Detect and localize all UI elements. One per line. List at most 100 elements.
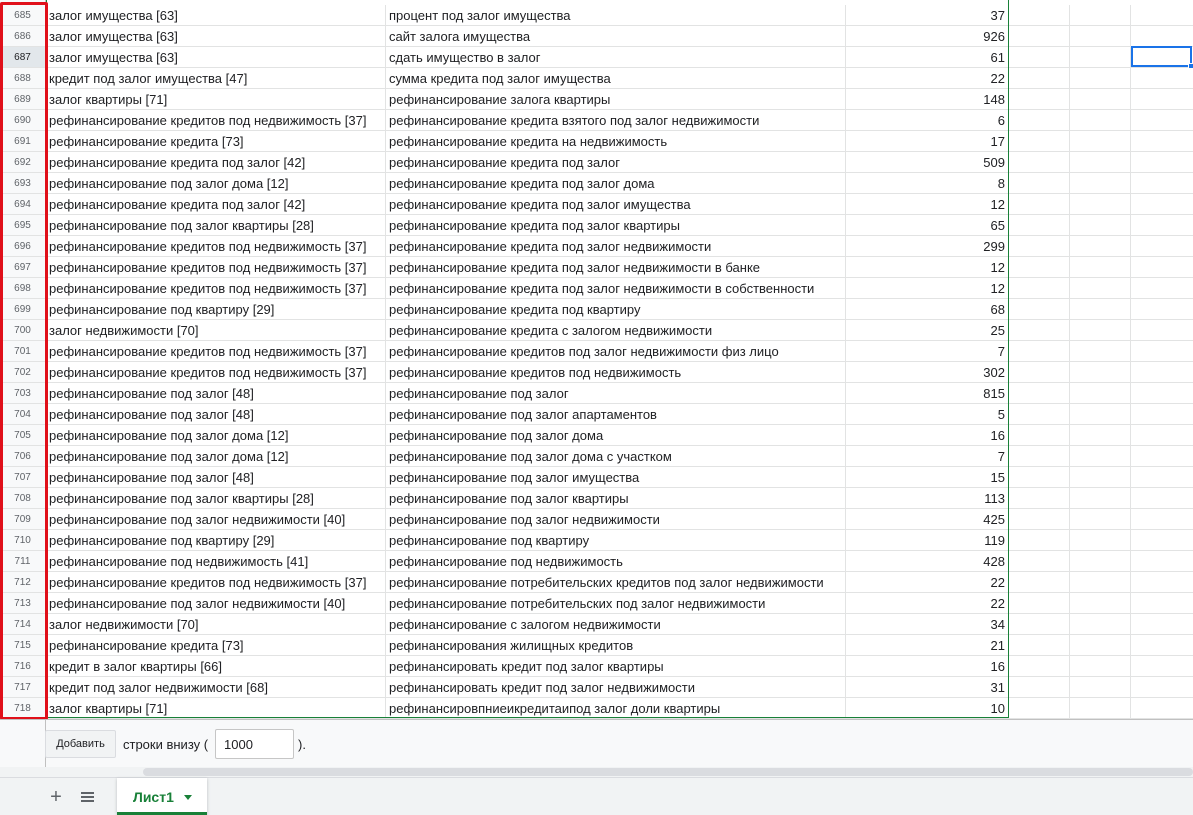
row-number[interactable]: 714 bbox=[0, 614, 45, 635]
cell-column-b[interactable]: рефинансирование кредита под залог кварт… bbox=[386, 215, 846, 236]
row-number[interactable]: 694 bbox=[0, 194, 45, 215]
cell-column-f[interactable] bbox=[1131, 593, 1193, 614]
cell-column-d[interactable] bbox=[1009, 47, 1070, 68]
fill-handle[interactable] bbox=[1188, 63, 1193, 69]
row-number[interactable]: 687 bbox=[0, 47, 45, 68]
cell-column-f[interactable] bbox=[1131, 194, 1193, 215]
cell-column-a[interactable]: рефинансирование под залог дома [12] bbox=[46, 173, 386, 194]
cell-column-a[interactable]: рефинансирование под квартиру [29] bbox=[46, 530, 386, 551]
cell-column-b[interactable]: рефинансирование кредита под квартиру bbox=[386, 299, 846, 320]
cell-column-a[interactable]: рефинансирование под залог дома [12] bbox=[46, 425, 386, 446]
row-number[interactable]: 696 bbox=[0, 236, 45, 257]
cell-column-c[interactable]: 425 bbox=[846, 509, 1009, 530]
cell-column-a[interactable]: рефинансирование кредита под залог [42] bbox=[46, 194, 386, 215]
cell-column-e[interactable] bbox=[1070, 278, 1131, 299]
cell-column-b[interactable]: рефинансирование кредита под залог недви… bbox=[386, 236, 846, 257]
cell-column-e[interactable] bbox=[1070, 467, 1131, 488]
cell-column-e[interactable] bbox=[1070, 299, 1131, 320]
cell-column-a[interactable]: рефинансирование под залог квартиры [28] bbox=[46, 488, 386, 509]
cell-column-e[interactable] bbox=[1070, 89, 1131, 110]
cell-column-d[interactable] bbox=[1009, 551, 1070, 572]
row-number[interactable]: 715 bbox=[0, 635, 45, 656]
row-number[interactable]: 690 bbox=[0, 110, 45, 131]
cell-column-e[interactable] bbox=[1070, 698, 1131, 719]
row-number[interactable]: 688 bbox=[0, 68, 45, 89]
add-sheet-icon[interactable]: + bbox=[44, 783, 68, 811]
cell-column-e[interactable] bbox=[1070, 383, 1131, 404]
cell-column-f[interactable] bbox=[1131, 383, 1193, 404]
cell-column-f[interactable] bbox=[1131, 152, 1193, 173]
cell-column-f[interactable] bbox=[1131, 551, 1193, 572]
cell-column-f[interactable] bbox=[1131, 131, 1193, 152]
cell-column-b[interactable]: рефинансирование под залог апартаментов bbox=[386, 404, 846, 425]
cell-column-b[interactable]: рефинансирование под залог квартиры bbox=[386, 488, 846, 509]
cell-column-e[interactable] bbox=[1070, 47, 1131, 68]
cell-column-f[interactable] bbox=[1131, 320, 1193, 341]
row-number[interactable]: 704 bbox=[0, 404, 45, 425]
cell-column-a[interactable]: рефинансирование кредитов под недвижимос… bbox=[46, 341, 386, 362]
cell-column-d[interactable] bbox=[1009, 5, 1070, 26]
cell-column-b[interactable]: рефинансирование кредита под залог недви… bbox=[386, 257, 846, 278]
all-sheets-list-icon[interactable] bbox=[76, 783, 100, 811]
row-number[interactable]: 698 bbox=[0, 278, 45, 299]
cell-column-e[interactable] bbox=[1070, 614, 1131, 635]
row-number[interactable]: 689 bbox=[0, 89, 45, 110]
cell-column-a[interactable]: рефинансирование кредита [73] bbox=[46, 635, 386, 656]
cell-column-c[interactable]: 12 bbox=[846, 194, 1009, 215]
horizontal-scrollbar[interactable] bbox=[0, 767, 1193, 777]
cell-column-b[interactable]: рефинансирования жилищных кредитов bbox=[386, 635, 846, 656]
row-number[interactable]: 712 bbox=[0, 572, 45, 593]
cell-column-a[interactable]: залог недвижимости [70] bbox=[46, 614, 386, 635]
cell-column-c[interactable]: 16 bbox=[846, 425, 1009, 446]
row-number[interactable]: 699 bbox=[0, 299, 45, 320]
cell-column-c[interactable]: 119 bbox=[846, 530, 1009, 551]
cell-column-e[interactable] bbox=[1070, 26, 1131, 47]
add-rows-count-input[interactable] bbox=[215, 729, 294, 759]
cell-column-e[interactable] bbox=[1070, 5, 1131, 26]
cell-column-d[interactable] bbox=[1009, 593, 1070, 614]
cell-column-c[interactable]: 12 bbox=[846, 257, 1009, 278]
cell-column-f[interactable] bbox=[1131, 425, 1193, 446]
cell-column-e[interactable] bbox=[1070, 635, 1131, 656]
cell-column-c[interactable]: 815 bbox=[846, 383, 1009, 404]
cell-column-f[interactable] bbox=[1131, 509, 1193, 530]
cell-column-f[interactable] bbox=[1131, 257, 1193, 278]
cell-column-b[interactable]: рефинансирование кредита под залог дома bbox=[386, 173, 846, 194]
cell-column-b[interactable]: рефинансировпниеикредитаипод залог доли … bbox=[386, 698, 846, 719]
cell-column-a[interactable]: залог имущества [63] bbox=[46, 5, 386, 26]
cell-column-d[interactable] bbox=[1009, 446, 1070, 467]
cell-column-f[interactable] bbox=[1131, 299, 1193, 320]
cell-column-c[interactable]: 61 bbox=[846, 47, 1009, 68]
cell-column-d[interactable] bbox=[1009, 299, 1070, 320]
cell-column-c[interactable]: 7 bbox=[846, 341, 1009, 362]
cell-column-f[interactable] bbox=[1131, 446, 1193, 467]
cell-column-c[interactable]: 6 bbox=[846, 110, 1009, 131]
cell-column-a[interactable]: залог квартиры [71] bbox=[46, 89, 386, 110]
horizontal-scrollbar-thumb[interactable] bbox=[143, 768, 1193, 776]
cell-column-b[interactable]: сдать имущество в залог bbox=[386, 47, 846, 68]
cell-column-c[interactable]: 37 bbox=[846, 5, 1009, 26]
cell-column-f[interactable] bbox=[1131, 572, 1193, 593]
cell-column-c[interactable]: 34 bbox=[846, 614, 1009, 635]
cell-column-a[interactable]: рефинансирование под залог дома [12] bbox=[46, 446, 386, 467]
cell-column-f[interactable] bbox=[1131, 110, 1193, 131]
row-number[interactable]: 693 bbox=[0, 173, 45, 194]
cell-column-b[interactable]: рефинансирование под залог дома с участк… bbox=[386, 446, 846, 467]
cell-column-e[interactable] bbox=[1070, 572, 1131, 593]
cell-column-b[interactable]: рефинансировать кредит под залог недвижи… bbox=[386, 677, 846, 698]
cell-column-c[interactable]: 302 bbox=[846, 362, 1009, 383]
cell-column-a[interactable]: рефинансирование кредитов под недвижимос… bbox=[46, 257, 386, 278]
row-number[interactable]: 702 bbox=[0, 362, 45, 383]
cell-column-e[interactable] bbox=[1070, 194, 1131, 215]
cell-column-e[interactable] bbox=[1070, 509, 1131, 530]
cell-column-f[interactable] bbox=[1131, 656, 1193, 677]
row-number[interactable]: 713 bbox=[0, 593, 45, 614]
cell-column-c[interactable]: 65 bbox=[846, 215, 1009, 236]
cell-column-b[interactable]: рефинансирование кредитов под недвижимос… bbox=[386, 362, 846, 383]
row-number[interactable]: 710 bbox=[0, 530, 45, 551]
cell-column-f[interactable] bbox=[1131, 467, 1193, 488]
row-number[interactable]: 701 bbox=[0, 341, 45, 362]
cell-column-f[interactable] bbox=[1131, 89, 1193, 110]
cell-column-a[interactable]: кредит под залог недвижимости [68] bbox=[46, 677, 386, 698]
cell-column-e[interactable] bbox=[1070, 551, 1131, 572]
